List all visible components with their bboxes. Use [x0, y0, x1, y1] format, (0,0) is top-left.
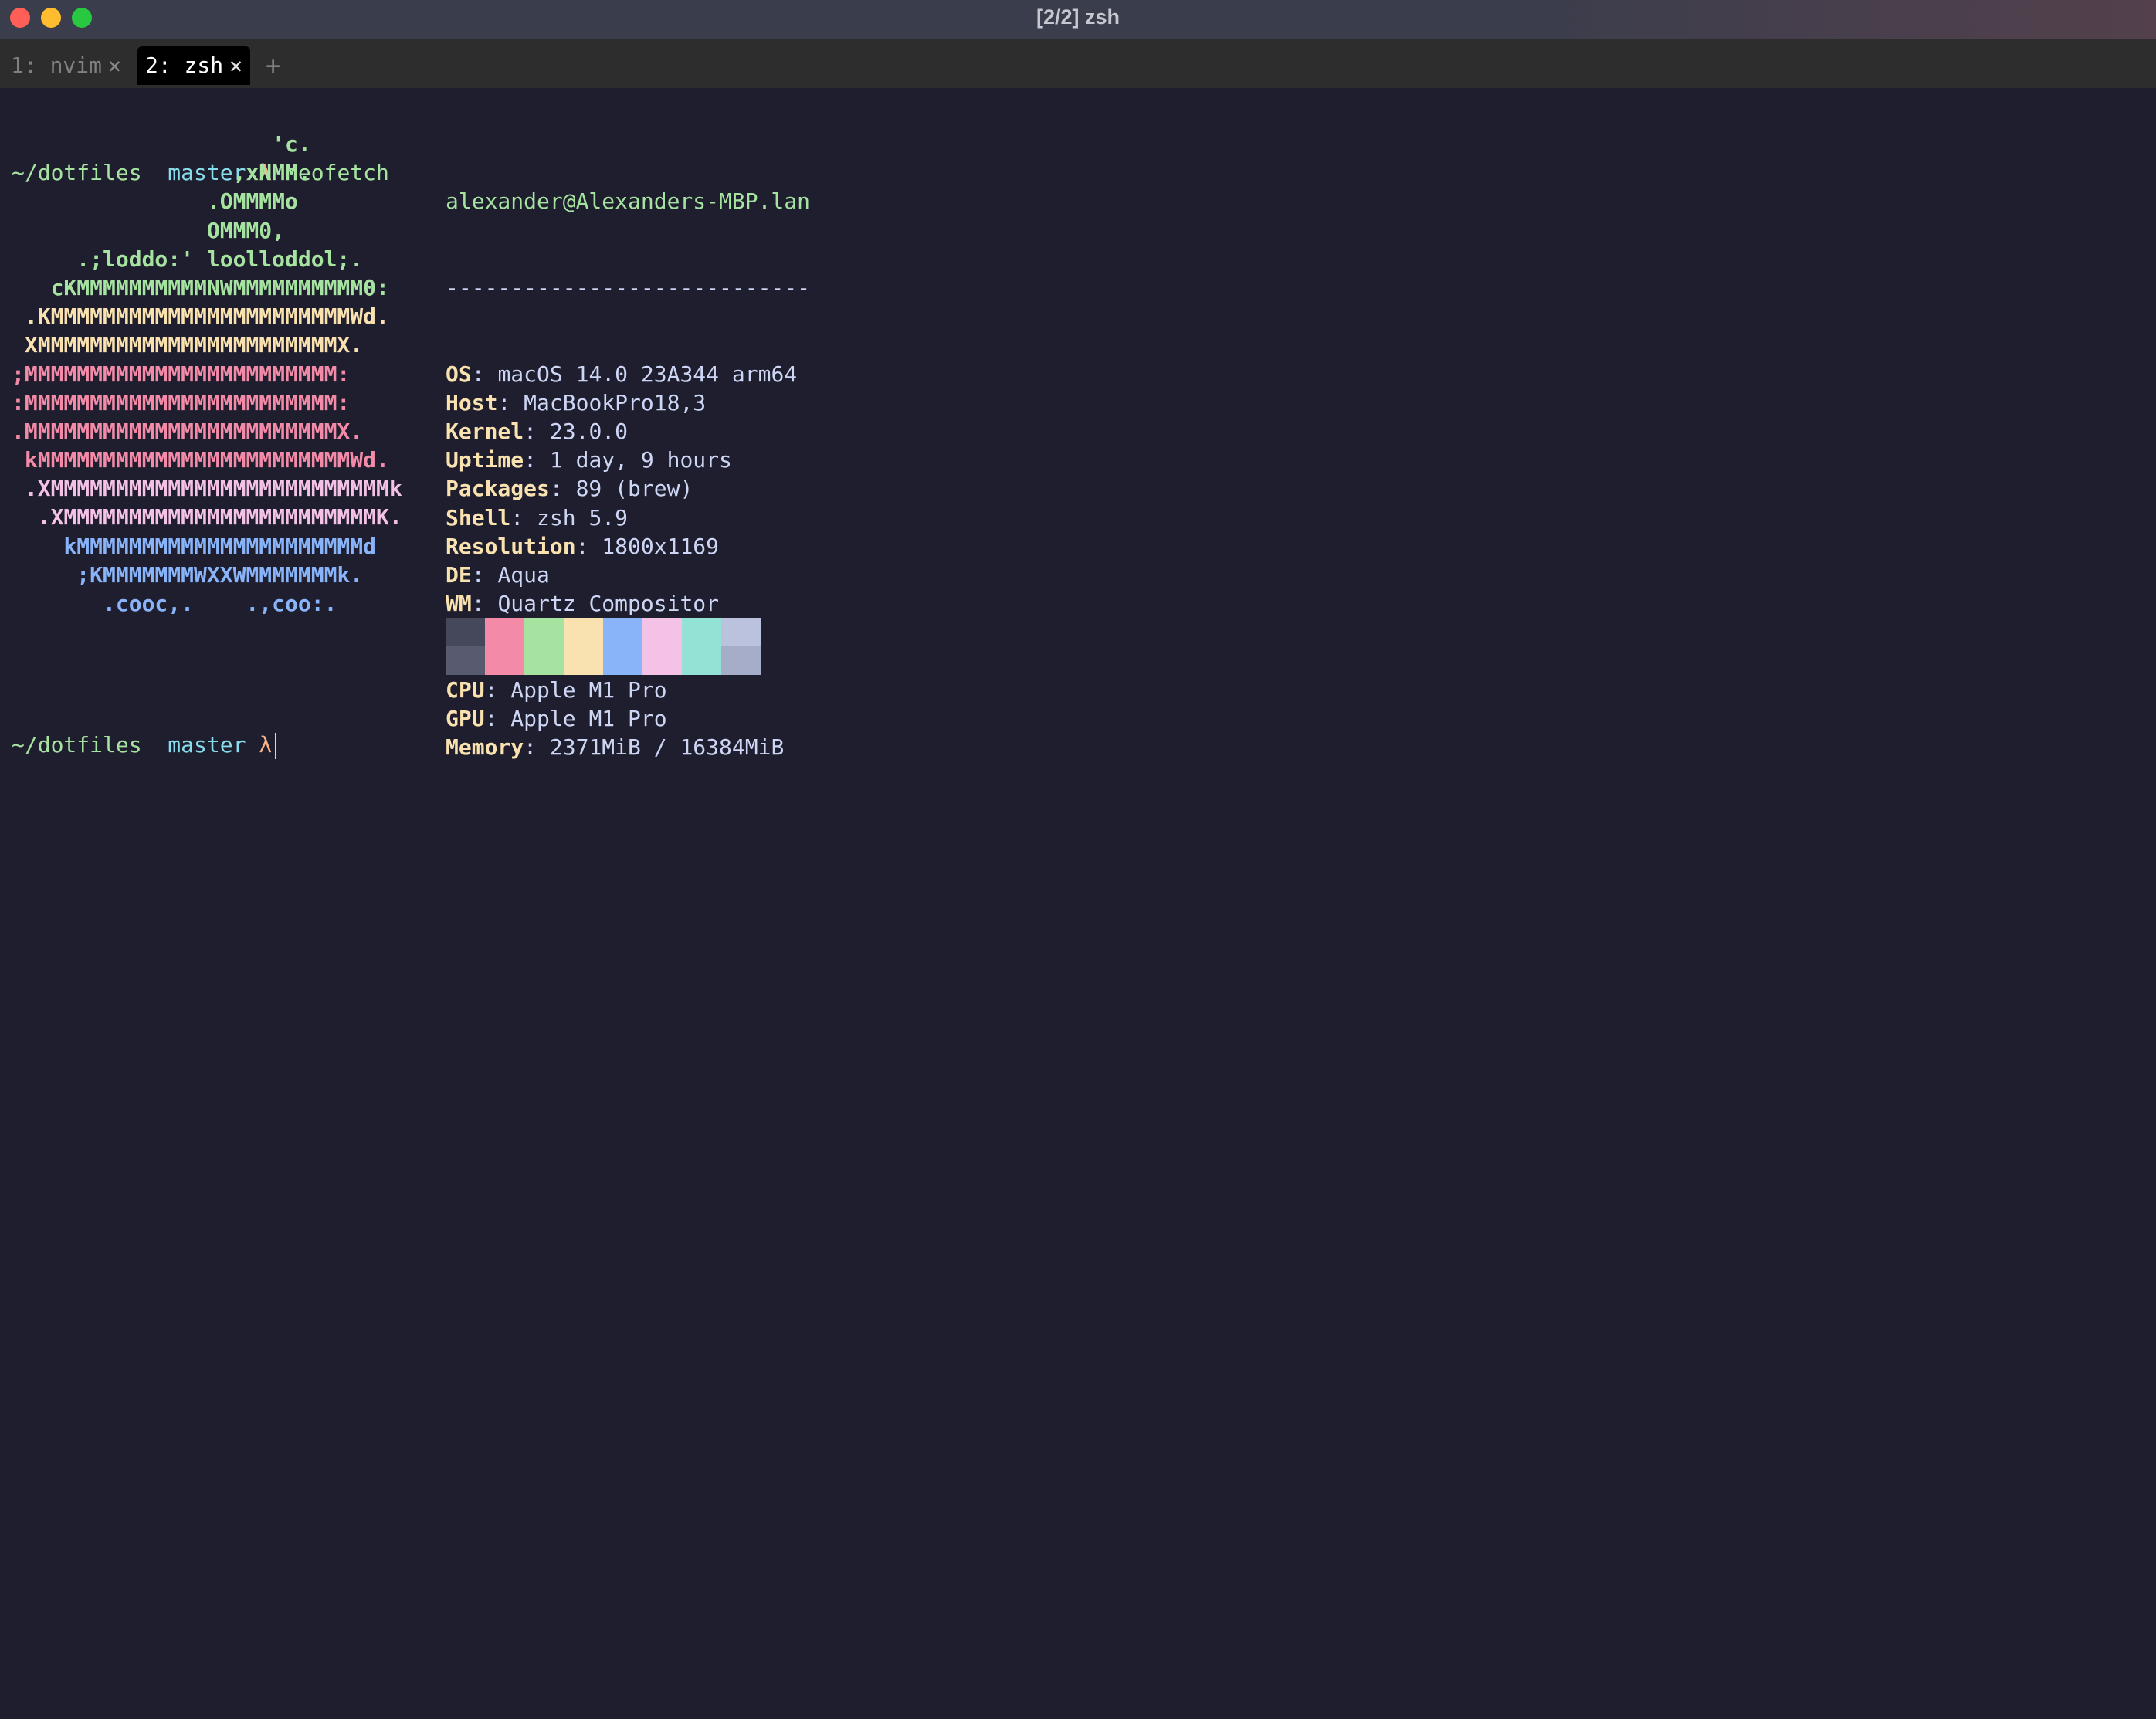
info-row: CPU: Apple M1 Pro	[446, 676, 667, 703]
window-title: [2/2] zsh	[1036, 5, 1120, 29]
tab-label: 2: zsh	[145, 53, 224, 78]
logo-line: .XMMMMMMMMMMMMMMMMMMMMMMMMK.	[12, 504, 402, 531]
palette-swatch	[642, 618, 682, 646]
palette-swatch	[564, 646, 603, 675]
palette-swatch	[485, 646, 524, 675]
prompt-lambda-symbol: λ	[259, 732, 273, 758]
info-row: Resolution: 1800x1169	[446, 533, 720, 559]
info-fields: OS: macOS 14.0 23A344 arm64 Host: MacBook…	[446, 360, 810, 762]
logo-line: .XMMMMMMMMMMMMMMMMMMMMMMMMMMk	[12, 476, 402, 502]
palette-swatch	[682, 618, 721, 646]
info-label: Resolution	[446, 533, 576, 559]
info-value: 2371MiB / 16384MiB	[549, 734, 785, 761]
text-cursor	[275, 733, 277, 759]
info-row: Host: MacBookPro18,3	[446, 389, 707, 415]
info-row: Uptime: 1 day, 9 hours	[446, 447, 732, 473]
palette-swatch	[603, 618, 642, 646]
info-value: macOS 14.0 23A344 arm64	[497, 361, 798, 387]
logo-line: ;KMMMMMMMWXXWMMMMMMMk.	[12, 561, 364, 588]
info-row: Packages: 89 (brew)	[446, 476, 693, 502]
logo-line: .OMMMMo	[12, 188, 298, 215]
info-label: Memory	[446, 734, 524, 761]
prompt-git-branch: master	[168, 732, 246, 758]
info-row: Shell: zsh 5.9	[446, 504, 629, 531]
logo-line: .cooc,. .,coo:.	[12, 591, 337, 616]
info-value: Quartz Compositor	[497, 591, 720, 617]
logo-line: kMMMMMMMMMMMMMMMMMMMMMMd	[12, 533, 377, 559]
info-value: zsh 5.9	[537, 504, 629, 531]
info-label: GPU	[446, 705, 485, 731]
close-tab-icon[interactable]: ✕	[229, 53, 242, 78]
info-value: 89 (brew)	[575, 476, 693, 502]
terminal-output[interactable]: ~/dotfiles master λ neofetch 'c. ,xNMM. …	[12, 101, 810, 760]
palette-swatch	[682, 646, 721, 675]
info-value: Apple M1 Pro	[510, 705, 667, 731]
logo-line: ,xNMM.	[12, 160, 311, 186]
info-label: Shell	[446, 504, 511, 531]
info-label: Host	[446, 389, 498, 415]
logo-line: 'c.	[12, 131, 311, 157]
apple-ascii-logo: 'c. ,xNMM. .OMMMMo OMMM0, .;loddo:' lool…	[12, 130, 402, 618]
tab-bar: 1: nvim ✕ 2: zsh ✕ +	[0, 39, 2156, 88]
close-tab-icon[interactable]: ✕	[108, 53, 121, 78]
palette-swatch	[721, 646, 761, 675]
logo-line: OMMM0,	[12, 217, 286, 243]
tab-label: 1: nvim	[11, 53, 103, 78]
info-label: DE	[446, 561, 472, 588]
info-separator: ----------------------------	[446, 275, 811, 300]
info-label: CPU	[446, 676, 485, 703]
palette-swatch	[642, 646, 682, 675]
user-host: alexander@Alexanders-MBP.lan	[446, 188, 811, 215]
logo-line: ;MMMMMMMMMMMMMMMMMMMMMMMM:	[12, 361, 351, 387]
info-row: OS: macOS 14.0 23A344 arm64	[446, 361, 798, 387]
info-row: DE: Aqua	[446, 561, 550, 588]
palette-swatch	[524, 618, 564, 646]
system-info: alexander@Alexanders-MBP.lan -----------…	[446, 130, 810, 819]
new-tab-button[interactable]: +	[266, 46, 280, 85]
logo-line: .MMMMMMMMMMMMMMMMMMMMMMMMX.	[12, 418, 364, 444]
info-label: Kernel	[446, 418, 524, 444]
color-palette	[446, 618, 761, 675]
logo-line: .;loddo:' loolloddol;.	[12, 246, 364, 272]
palette-swatch	[721, 618, 761, 646]
logo-line: cKMMMMMMMMMMNWMMMMMMMMMM0:	[12, 274, 389, 300]
prompt-line[interactable]: ~/dotfiles master λ	[12, 731, 277, 759]
info-label: Packages	[446, 476, 550, 502]
logo-line: :MMMMMMMMMMMMMMMMMMMMMMMM:	[12, 389, 351, 415]
palette-swatch	[524, 646, 564, 675]
info-label: Uptime	[446, 447, 524, 473]
logo-line: .KMMMMMMMMMMMMMMMMMMMMMMMWd.	[12, 303, 389, 330]
info-value: MacBookPro18,3	[524, 389, 707, 415]
info-value: Apple M1 Pro	[510, 676, 667, 703]
palette-swatch	[446, 618, 485, 646]
tab-nvim[interactable]: 1: nvim ✕	[3, 46, 129, 85]
logo-line: kMMMMMMMMMMMMMMMMMMMMMMMMWd.	[12, 447, 389, 473]
info-label: OS	[446, 361, 472, 387]
palette-swatch	[603, 646, 642, 675]
info-value: 1800x1169	[602, 533, 720, 559]
prompt-directory: ~/dotfiles	[12, 732, 142, 758]
logo-line: XMMMMMMMMMMMMMMMMMMMMMMMX.	[12, 332, 364, 358]
palette-swatch	[446, 646, 485, 675]
info-row: WM: Quartz Compositor	[446, 591, 720, 617]
tab-zsh[interactable]: 2: zsh ✕	[137, 46, 251, 85]
info-row: Memory: 2371MiB / 16384MiB	[446, 734, 785, 761]
title-bar[interactable]: [2/2] zsh	[0, 0, 2156, 39]
palette-swatch	[564, 618, 603, 646]
info-row: Kernel: 23.0.0	[446, 418, 629, 444]
info-label: WM	[446, 591, 472, 617]
info-row: GPU: Apple M1 Pro	[446, 705, 667, 731]
info-value: 23.0.0	[549, 418, 629, 444]
terminal-window: [2/2] zsh 1: nvim ✕ 2: zsh ✕ + ~/dotfiles …	[0, 0, 2156, 1719]
palette-swatch	[485, 618, 524, 646]
info-value: 1 day, 9 hours	[549, 447, 732, 473]
info-value: Aqua	[497, 561, 550, 588]
